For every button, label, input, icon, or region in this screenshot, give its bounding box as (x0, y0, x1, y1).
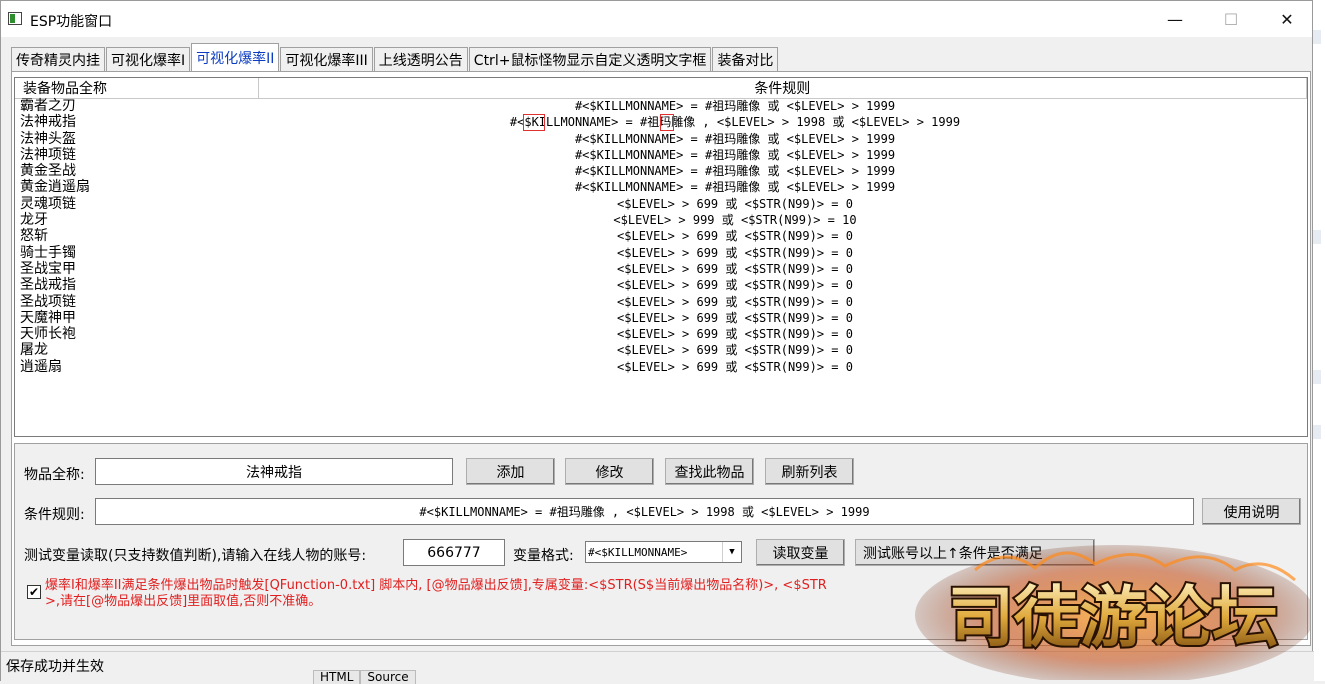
variable-format-select[interactable]: #<$KILLMONNAME> ▼ (585, 541, 742, 563)
row-rule: <$LEVEL> > 699 或 <$STR(N99)> = 0 (617, 278, 853, 293)
row-rule: #<$KILLMONNAME> = #祖玛雕像 或 <$LEVEL> > 199… (574, 164, 896, 179)
variable-format-value: #<$KILLMONNAME> (588, 545, 688, 559)
account-input[interactable]: 666777 (403, 539, 505, 566)
tab-drop-rate-3[interactable]: 可视化爆率III (280, 47, 373, 71)
tab-drop-rate-2[interactable]: 可视化爆率II (191, 43, 280, 72)
row-rule: <$LEVEL> > 699 或 <$STR(N99)> = 0 (617, 196, 853, 211)
feedback-note-line1: 爆率I和爆率II满足条件爆出物品时触发[QFunction-0.txt] 脚本内… (45, 578, 827, 593)
row-rule: <$LEVEL> > 699 或 <$STR(N99)> = 0 (617, 343, 853, 358)
table-row[interactable]: 法神戒指 #<$KILLMONNAME> = #祖玛雕像 , <$LEVEL> >… (15, 114, 1307, 132)
table-row[interactable]: 黄金逍遥扇 #<$KILLMONNAME> = #祖玛雕像 或 <$LEVEL> … (15, 179, 1307, 195)
list-body: 霸者之刃 #<$KILLMONNAME> = #祖玛雕像 或 <$LEVEL> >… (15, 98, 1307, 375)
forum-watermark-logo: 司徒游论坛 (915, 545, 1310, 680)
table-row[interactable]: 黄金圣战 #<$KILLMONNAME> = #祖玛雕像 或 <$LEVEL> >… (15, 163, 1307, 179)
rule-input[interactable]: #<$KILLMONNAME> = #祖玛雕像 , <$LEVEL> > 199… (95, 498, 1194, 525)
row-item-name: 骑士手镯 (20, 244, 76, 261)
row-item-name: 天魔神甲 (20, 309, 76, 326)
list-header: 装备物品全称 条件规则 (15, 78, 1307, 99)
chevron-down-icon[interactable]: ▼ (722, 542, 741, 562)
modify-button[interactable]: 修改 (565, 458, 654, 485)
variable-format-label: 变量格式: (513, 548, 574, 564)
row-item-name: 灵魂项链 (20, 195, 76, 212)
row-item-name: 黄金逍遥扇 (20, 179, 90, 196)
background-tab-html: HTML (313, 670, 361, 684)
row-rule: #<$KILLMONNAME> = #祖玛雕像 或 <$LEVEL> > 199… (574, 180, 896, 195)
add-button[interactable]: 添加 (466, 458, 555, 485)
row-item-name: 法神项链 (20, 146, 76, 163)
drop-rule-list[interactable]: 装备物品全称 条件规则 霸者之刃 #<$KILLMONNAME> = #祖玛雕像 … (14, 77, 1308, 437)
table-row[interactable]: 龙牙 <$LEVEL> > 999 或 <$STR(N99)> = 10 (15, 212, 1307, 228)
highlight-box (660, 114, 674, 132)
row-item-name: 圣战宝甲 (20, 260, 76, 277)
table-row[interactable]: 法神项链 #<$KILLMONNAME> = #祖玛雕像 或 <$LEVEL> >… (15, 147, 1307, 163)
table-row[interactable]: 逍遥扇 <$LEVEL> > 699 或 <$STR(N99)> = 0 (15, 359, 1307, 375)
table-row[interactable]: 圣战戒指 <$LEVEL> > 699 或 <$STR(N99)> = 0 (15, 277, 1307, 293)
column-header-item-name[interactable]: 装备物品全称 (15, 78, 259, 98)
row-rule: #<$KILLMONNAME> = #祖玛雕像 或 <$LEVEL> > 199… (574, 99, 896, 113)
tab-ctrl-mouse-text[interactable]: Ctrl+鼠标怪物显示自定义透明文字框 (468, 47, 712, 71)
refresh-list-button[interactable]: 刷新列表 (765, 458, 854, 485)
table-row[interactable]: 灵魂项链 <$LEVEL> > 699 或 <$STR(N99)> = 0 (15, 196, 1307, 212)
test-variable-label: 测试变量读取(只支持数值判断),请输入在线人物的账号: (24, 548, 367, 564)
tab-chuanqi-jingling[interactable]: 传奇精灵内挂 (11, 47, 105, 71)
tab-strip: 传奇精灵内挂 可视化爆率I 可视化爆率II 可视化爆率III 上线透明公告 Ct… (11, 43, 779, 72)
row-rule: <$LEVEL> > 999 或 <$STR(N99)> = 10 (613, 213, 857, 228)
tab-equipment-compare[interactable]: 装备对比 (712, 47, 779, 71)
row-item-name: 天师长袍 (20, 326, 76, 343)
feedback-note-line2: >,请在[@物品爆出反馈]里面取值,否则不准确。 (45, 594, 322, 609)
row-rule: <$LEVEL> > 699 或 <$STR(N99)> = 0 (617, 229, 853, 244)
read-variable-button[interactable]: 读取变量 (756, 539, 845, 566)
table-row[interactable]: 法神头盔 #<$KILLMONNAME> = #祖玛雕像 或 <$LEVEL> >… (15, 131, 1307, 147)
row-rule: <$LEVEL> > 699 或 <$STR(N99)> = 0 (617, 261, 853, 276)
row-rule: #<$KILLMONNAME> = #祖玛雕像 或 <$LEVEL> > 199… (574, 131, 896, 146)
row-item-name: 怒斩 (20, 228, 48, 245)
table-row[interactable]: 屠龙 <$LEVEL> > 699 或 <$STR(N99)> = 0 (15, 342, 1307, 358)
row-rule: <$LEVEL> > 699 或 <$STR(N99)> = 0 (617, 310, 853, 325)
item-name-label: 物品全称: (24, 467, 85, 483)
row-item-name: 龙牙 (20, 212, 48, 229)
row-item-name: 霸者之刃 (20, 98, 76, 114)
row-rule: <$LEVEL> > 699 或 <$STR(N99)> = 0 (617, 359, 853, 374)
table-row[interactable]: 骑士手镯 <$LEVEL> > 699 或 <$STR(N99)> = 0 (15, 245, 1307, 261)
row-item-name: 圣战项链 (20, 293, 76, 310)
background-tabs: HTML Source (313, 670, 416, 684)
column-header-rule[interactable]: 条件规则 (259, 78, 1307, 98)
tab-drop-rate-1[interactable]: 可视化爆率I (106, 47, 191, 71)
close-button[interactable]: ✕ (1264, 1, 1310, 37)
app-icon (8, 12, 22, 25)
row-rule: <$LEVEL> > 699 或 <$STR(N99)> = 0 (617, 294, 853, 309)
item-name-input[interactable]: 法神戒指 (95, 458, 453, 485)
table-row[interactable]: 圣战宝甲 <$LEVEL> > 699 或 <$STR(N99)> = 0 (15, 261, 1307, 277)
table-row[interactable]: 天魔神甲 <$LEVEL> > 699 或 <$STR(N99)> = 0 (15, 310, 1307, 326)
row-rule: #<$KILLMONNAME> = #祖玛雕像 或 <$LEVEL> > 199… (574, 147, 896, 162)
row-item-name: 法神戒指 (20, 114, 76, 131)
row-item-name: 圣战戒指 (20, 277, 76, 294)
minimize-button[interactable]: — (1152, 1, 1198, 37)
tab-online-notice[interactable]: 上线透明公告 (373, 47, 468, 71)
row-item-name: 黄金圣战 (20, 163, 76, 180)
status-text: 保存成功并生效 (6, 659, 104, 675)
row-item-name: 法神头盔 (20, 130, 76, 147)
find-item-button[interactable]: 查找此物品 (665, 458, 754, 485)
table-row[interactable]: 霸者之刃 #<$KILLMONNAME> = #祖玛雕像 或 <$LEVEL> >… (15, 98, 1307, 114)
row-rule: <$LEVEL> > 699 或 <$STR(N99)> = 0 (617, 327, 853, 342)
row-rule: <$LEVEL> > 699 或 <$STR(N99)> = 0 (617, 245, 853, 260)
maximize-button[interactable]: ☐ (1208, 1, 1254, 37)
table-row[interactable]: 怒斩 <$LEVEL> > 699 或 <$STR(N99)> = 0 (15, 228, 1307, 244)
background-tab-source: Source (360, 670, 416, 684)
feedback-checkbox[interactable]: ✔ (27, 585, 41, 599)
row-item-name: 逍遥扇 (20, 358, 62, 375)
highlight-box (523, 114, 545, 132)
window-title: ESP功能窗口 (30, 14, 113, 30)
watermark-text: 司徒游论坛 (948, 578, 1278, 656)
table-row[interactable]: 圣战项链 <$LEVEL> > 699 或 <$STR(N99)> = 0 (15, 294, 1307, 310)
row-item-name: 屠龙 (20, 342, 48, 359)
title-bar[interactable]: ESP功能窗口 — ☐ ✕ (1, 1, 1312, 37)
usage-help-button[interactable]: 使用说明 (1202, 498, 1301, 525)
table-row[interactable]: 天师长袍 <$LEVEL> > 699 或 <$STR(N99)> = 0 (15, 326, 1307, 342)
rule-label: 条件规则: (24, 507, 85, 523)
